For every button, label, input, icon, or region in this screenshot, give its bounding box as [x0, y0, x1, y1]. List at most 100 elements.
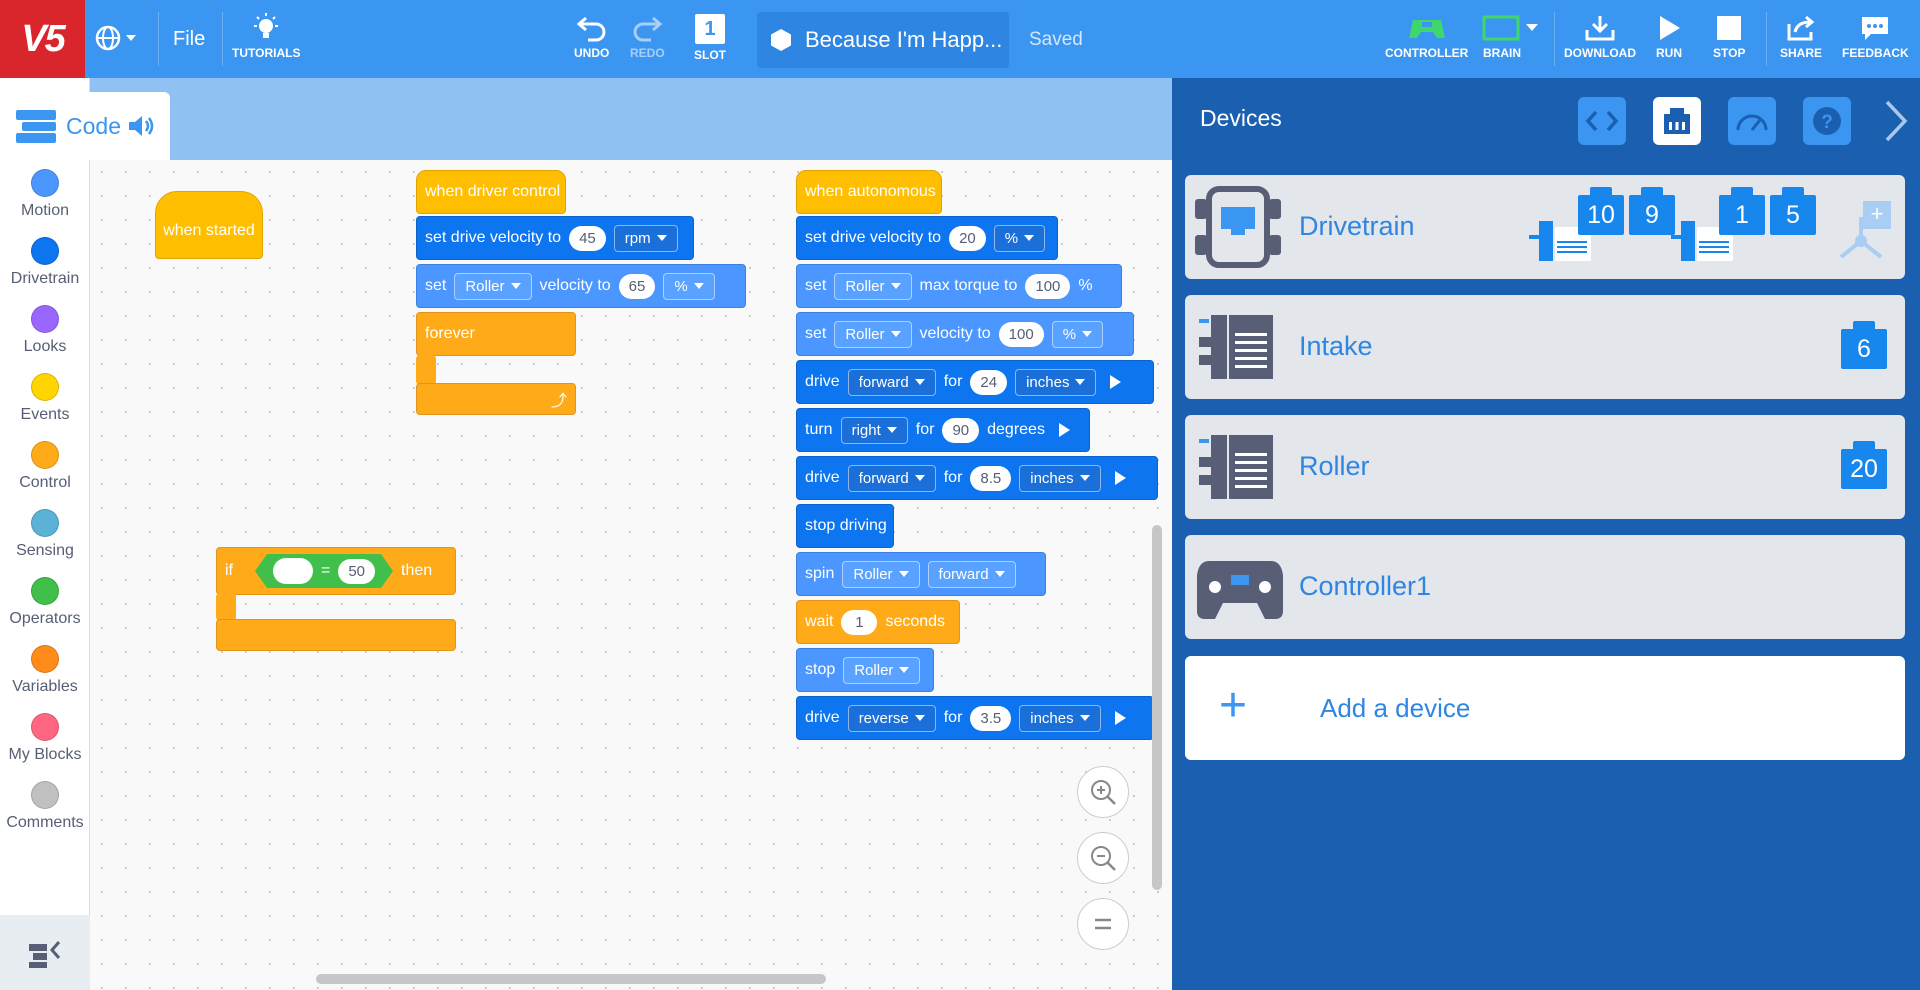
language-menu[interactable] — [92, 22, 138, 54]
zoom-in-button[interactable] — [1077, 766, 1129, 818]
share-button[interactable]: SHARE — [1780, 14, 1822, 60]
set-max-torque-block[interactable]: set Roller max torque to 100 % — [796, 264, 1122, 308]
when-driver-control-block[interactable]: when driver control — [416, 170, 566, 214]
add-gyro-icon[interactable]: + — [1833, 197, 1895, 263]
wait-block[interactable]: wait 1 seconds — [796, 600, 960, 644]
spin-motor-block[interactable]: spin Roller forward — [796, 552, 1046, 596]
zoom-reset-button[interactable] — [1077, 898, 1129, 950]
port-badge[interactable]: 1 — [1719, 187, 1765, 235]
unit-dropdown[interactable]: inches — [1015, 368, 1097, 396]
set-drive-velocity-block[interactable]: set drive velocity to 45 rpm — [416, 216, 694, 260]
speaker-icon[interactable] — [127, 113, 157, 139]
category-my-blocks[interactable]: My Blocks — [0, 713, 90, 764]
slot-button[interactable]: 1 SLOT — [694, 14, 726, 62]
velocity-input[interactable]: 100 — [998, 321, 1044, 347]
port-badge[interactable]: 20 — [1841, 441, 1887, 489]
when-started-block[interactable]: when started — [155, 191, 263, 259]
motor-dropdown[interactable]: Roller — [842, 560, 920, 588]
project-name[interactable]: Because I'm Happ... — [757, 12, 1009, 68]
stop-button[interactable]: STOP — [1713, 14, 1745, 60]
turn-for-block[interactable]: turn right for 90 degrees — [796, 408, 1090, 452]
port-badge[interactable]: 6 — [1841, 321, 1887, 369]
device-card-controller1[interactable]: Controller1 — [1185, 535, 1905, 639]
degrees-input[interactable]: 90 — [942, 417, 980, 443]
distance-input[interactable]: 24 — [970, 369, 1008, 395]
file-menu[interactable]: File — [173, 28, 205, 51]
seconds-input[interactable]: 1 — [841, 609, 878, 635]
category-events[interactable]: Events — [0, 373, 90, 424]
code-viewer-button[interactable] — [1578, 97, 1626, 145]
category-sensing[interactable]: Sensing — [0, 509, 90, 560]
velocity-input[interactable]: 45 — [569, 225, 606, 251]
tutorials-button[interactable]: TUTORIALS — [232, 12, 300, 60]
if-then-block[interactable]: if = 50 then — [216, 547, 456, 595]
brain-button[interactable]: BRAIN — [1482, 14, 1542, 60]
direction-dropdown[interactable]: forward — [927, 560, 1016, 588]
stop-driving-block[interactable]: stop driving — [796, 504, 894, 548]
unit-dropdown[interactable]: % — [993, 224, 1046, 252]
expand-arrow-icon[interactable] — [1114, 471, 1126, 485]
category-variables[interactable]: Variables — [0, 645, 90, 696]
add-device-button[interactable]: + Add a device — [1185, 656, 1905, 760]
expand-arrow-icon[interactable] — [1110, 375, 1122, 389]
drive-for-block[interactable]: drive forward for 24 inches — [796, 360, 1154, 404]
category-comments[interactable]: Comments — [0, 781, 90, 832]
motor-dropdown[interactable]: Roller — [834, 320, 912, 348]
motor-dropdown[interactable]: Roller — [454, 272, 532, 300]
set-motor-velocity-block[interactable]: set Roller velocity to 100 % — [796, 312, 1134, 356]
unit-dropdown[interactable]: rpm — [613, 224, 678, 252]
help-button[interactable]: ? — [1803, 97, 1851, 145]
distance-input[interactable]: 3.5 — [970, 705, 1012, 731]
unit-dropdown[interactable]: % — [1051, 320, 1104, 348]
unit-dropdown[interactable]: inches — [1019, 704, 1101, 732]
distance-input[interactable]: 8.5 — [970, 465, 1012, 491]
direction-dropdown[interactable]: forward — [847, 368, 936, 396]
category-control[interactable]: Control — [0, 441, 90, 492]
device-card-intake[interactable]: Intake 6 — [1185, 295, 1905, 399]
left-operand-input[interactable] — [273, 558, 313, 584]
port-badge[interactable]: 9 — [1629, 187, 1675, 235]
direction-dropdown[interactable]: right — [840, 416, 908, 444]
expand-arrow-icon[interactable] — [1058, 423, 1070, 437]
dashboard-button[interactable] — [1728, 97, 1776, 145]
feedback-button[interactable]: FEEDBACK — [1842, 14, 1909, 60]
stop-motor-block[interactable]: stop Roller — [796, 648, 934, 692]
set-drive-velocity-block[interactable]: set drive velocity to 20 % — [796, 216, 1058, 260]
torque-input[interactable]: 100 — [1025, 273, 1071, 299]
velocity-input[interactable]: 65 — [618, 273, 656, 299]
drive-for-block[interactable]: drive forward for 8.5 inches — [796, 456, 1158, 500]
device-card-drivetrain[interactable]: Drivetrain 10 9 1 5 + — [1185, 175, 1905, 279]
extensions-button[interactable] — [0, 915, 90, 990]
collapse-panel-button[interactable] — [1876, 97, 1916, 145]
velocity-input[interactable]: 20 — [949, 225, 986, 251]
category-motion[interactable]: Motion — [0, 169, 90, 220]
category-operators[interactable]: Operators — [0, 577, 90, 628]
set-motor-velocity-block[interactable]: set Roller velocity to 65 % — [416, 264, 746, 308]
port-badge[interactable]: 10 — [1578, 187, 1624, 235]
controller-button[interactable]: CONTROLLER — [1385, 14, 1468, 60]
direction-dropdown[interactable]: forward — [847, 464, 936, 492]
redo-button[interactable]: REDO — [630, 12, 665, 60]
device-card-roller[interactable]: Roller 20 — [1185, 415, 1905, 519]
right-operand-input[interactable]: 50 — [338, 559, 375, 584]
forever-block[interactable]: forever — [416, 312, 576, 356]
devices-button[interactable] — [1653, 97, 1701, 145]
category-drivetrain[interactable]: Drivetrain — [0, 237, 90, 288]
unit-dropdown[interactable]: % — [663, 272, 715, 300]
code-tab[interactable]: Code — [0, 92, 170, 160]
motor-dropdown[interactable]: Roller — [834, 272, 912, 300]
horizontal-scrollbar[interactable] — [316, 974, 826, 984]
download-button[interactable]: DOWNLOAD — [1564, 14, 1636, 60]
run-button[interactable]: RUN — [1654, 14, 1684, 60]
expand-arrow-icon[interactable] — [1114, 711, 1126, 725]
unit-dropdown[interactable]: inches — [1019, 464, 1101, 492]
equals-operator[interactable]: = 50 — [255, 554, 393, 588]
drive-for-block[interactable]: drive reverse for 3.5 inches — [796, 696, 1154, 740]
undo-button[interactable]: UNDO — [574, 12, 609, 60]
when-autonomous-block[interactable]: when autonomous — [796, 170, 942, 214]
zoom-out-button[interactable] — [1077, 832, 1129, 884]
motor-dropdown[interactable]: Roller — [843, 656, 921, 684]
vertical-scrollbar[interactable] — [1152, 525, 1162, 890]
direction-dropdown[interactable]: reverse — [847, 704, 936, 732]
port-badge[interactable]: 5 — [1770, 187, 1816, 235]
